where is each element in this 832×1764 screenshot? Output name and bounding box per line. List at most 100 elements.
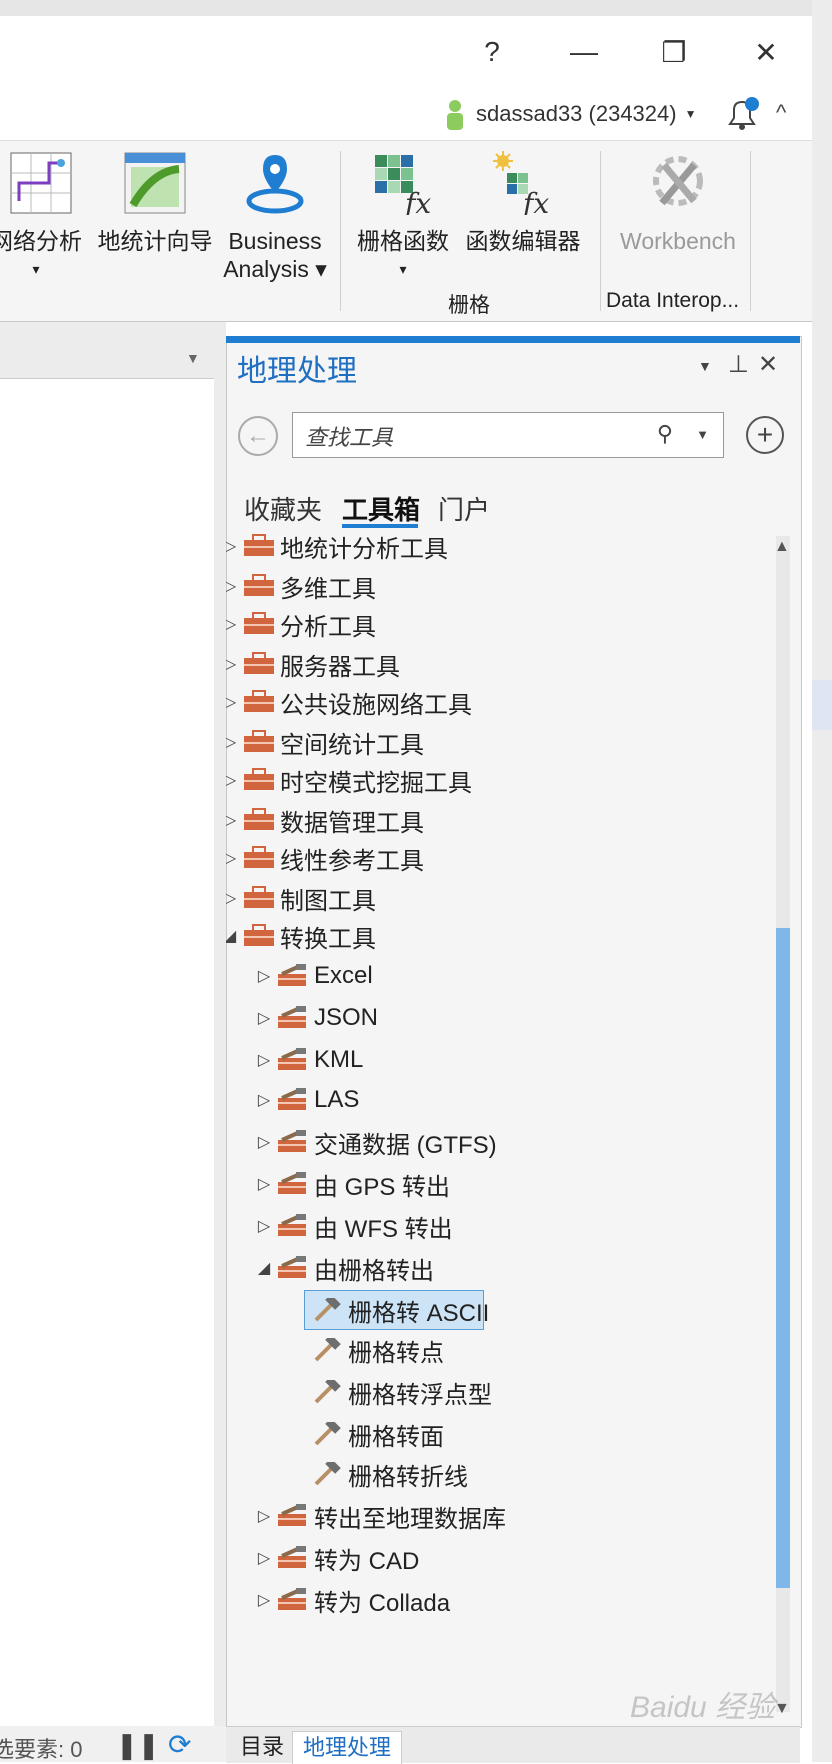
toolset-item[interactable]: ▷ Excel: [226, 956, 774, 996]
tab-toolboxes[interactable]: 工具箱: [342, 490, 420, 527]
active-tab-indicator: [342, 524, 418, 528]
map-view-area[interactable]: [0, 378, 214, 1729]
pane-accent-line: [226, 336, 800, 343]
pane-options-icon[interactable]: ▼: [698, 358, 712, 374]
expand-arrow-icon[interactable]: ▷: [256, 1050, 272, 1070]
expand-arrow-icon[interactable]: ▷: [226, 614, 238, 634]
raster-group-label: 栅格: [448, 294, 490, 317]
toolset-item[interactable]: ▷ KML: [226, 1040, 774, 1080]
toolbox-item[interactable]: ◢ 转换工具: [226, 916, 774, 956]
search-icon[interactable]: ⚲: [657, 421, 673, 447]
toolbox-icon: [244, 886, 274, 908]
tree-item-label: KML: [314, 1046, 364, 1073]
toolset-item[interactable]: ▷ LAS: [226, 1080, 774, 1120]
status-bar: 选要素: 0 ❚❚ ⟳: [0, 1726, 226, 1762]
toolbox-item[interactable]: ▷ 制图工具: [226, 878, 774, 918]
pause-icon[interactable]: ❚❚: [116, 1730, 160, 1761]
chevron-down-icon[interactable]: ▼: [696, 427, 709, 442]
scroll-down-arrow-icon[interactable]: ▼: [774, 1700, 790, 1718]
toolset-item[interactable]: ▷ 转出至地理数据库: [226, 1496, 774, 1536]
toolset-item[interactable]: ▷ 转为 CAD: [226, 1538, 774, 1578]
toolset-icon: [278, 1214, 306, 1236]
workbench-button[interactable]: Workbench: [610, 141, 746, 255]
function-editor-button[interactable]: fx 函数编辑器: [458, 141, 588, 255]
toolbox-tree: ▷ 地统计分析工具 ▷ 多维工具 ▷ 分析工具 ▷ 服务器工具 ▷ 公共设施网络工具 ▷ 空间统计工具…: [226, 532, 774, 1722]
toolbox-item[interactable]: ▷ 分析工具: [226, 604, 774, 644]
refresh-icon[interactable]: ⟳: [168, 1728, 191, 1761]
toolset-icon: [278, 1048, 306, 1070]
toolbox-item[interactable]: ▷ 空间统计工具: [226, 722, 774, 762]
add-icon[interactable]: +: [746, 416, 784, 454]
toolbox-item[interactable]: ▷ 地统计分析工具: [226, 532, 774, 566]
toolbox-item[interactable]: ▷ 时空模式挖掘工具: [226, 760, 774, 800]
toolbox-item[interactable]: ▷ 线性参考工具: [226, 838, 774, 878]
toolbox-item[interactable]: ▷ 服务器工具: [226, 644, 774, 684]
expand-arrow-icon[interactable]: ▷: [226, 654, 238, 674]
expand-arrow-icon[interactable]: ▷: [256, 1174, 272, 1194]
expand-arrow-icon[interactable]: ▷: [226, 848, 238, 868]
pane-close-icon[interactable]: ✕: [758, 350, 778, 379]
toolset-item[interactable]: ▷ 转为 Collada: [226, 1580, 774, 1620]
expand-arrow-icon[interactable]: ▷: [226, 810, 238, 830]
expand-arrow-icon[interactable]: ▷: [256, 1216, 272, 1236]
tree-item-label: 栅格转 ASCII: [348, 1299, 490, 1327]
expand-arrow-icon[interactable]: ▷: [256, 966, 272, 986]
pin-icon[interactable]: ⊥: [728, 350, 749, 379]
tab-catalog[interactable]: 目录: [230, 1731, 294, 1763]
toolbox-item[interactable]: ▷ 公共设施网络工具: [226, 682, 774, 722]
restore-button[interactable]: ❐: [646, 30, 702, 74]
tree-item-label: 栅格转浮点型: [348, 1381, 492, 1409]
tab-favorites[interactable]: 收藏夹: [244, 490, 322, 527]
geostatistical-wizard-button[interactable]: 地统计向导: [90, 141, 220, 255]
geostatistical-wizard-icon: [124, 152, 186, 214]
expand-arrow-icon[interactable]: ▷: [256, 1590, 272, 1610]
user-account[interactable]: sdassad33 (234324) ▼: [444, 96, 696, 132]
expand-arrow-icon[interactable]: ▷: [226, 692, 238, 712]
toolset-item[interactable]: ▷ JSON: [226, 998, 774, 1038]
tree-item-label: 分析工具: [280, 613, 376, 641]
minimize-button[interactable]: —: [556, 30, 612, 74]
toolset-item[interactable]: ◢ 由栅格转出: [226, 1248, 774, 1288]
toolbox-item[interactable]: ▷ 数据管理工具: [226, 800, 774, 840]
back-arrow-icon[interactable]: ←: [238, 416, 278, 456]
tool-item[interactable]: 栅格转 ASCII: [226, 1290, 774, 1330]
raster-functions-button[interactable]: fx 栅格函数 ▾: [350, 141, 456, 283]
business-analysis-button[interactable]: Business Analysis ▾: [222, 141, 328, 283]
search-input[interactable]: 查找工具 ⚲ ▼: [292, 412, 724, 458]
tab-portal[interactable]: 门户: [438, 490, 490, 527]
tool-item[interactable]: 栅格转面: [226, 1414, 774, 1454]
toolbox-item[interactable]: ▷ 多维工具: [226, 566, 774, 606]
tool-item[interactable]: 栅格转点: [226, 1330, 774, 1370]
expand-arrow-icon[interactable]: ▷: [256, 1506, 272, 1526]
help-button[interactable]: ?: [464, 30, 520, 74]
expand-arrow-icon[interactable]: ▷: [256, 1008, 272, 1028]
toolbox-icon: [244, 768, 274, 790]
network-analysis-button[interactable]: 网络分析 ▾: [0, 141, 82, 283]
network-analysis-label: 网络分析: [0, 228, 82, 254]
tab-geoprocessing[interactable]: 地理处理: [292, 1731, 403, 1764]
scrollbar-thumb[interactable]: [776, 928, 790, 1588]
collapse-arrow-icon[interactable]: ◢: [226, 926, 238, 946]
collapse-arrow-icon[interactable]: ◢: [256, 1258, 272, 1278]
expand-arrow-icon[interactable]: ▷: [226, 732, 238, 752]
scroll-up-arrow-icon[interactable]: ▲: [774, 538, 790, 556]
expand-arrow-icon[interactable]: ▷: [226, 576, 238, 596]
hammer-tool-icon: [314, 1338, 341, 1362]
expand-arrow-icon[interactable]: ▷: [256, 1548, 272, 1568]
tree-item-label: 转为 Collada: [314, 1589, 451, 1617]
expand-arrow-icon[interactable]: ▷: [226, 888, 238, 908]
expand-arrow-icon[interactable]: ▷: [226, 536, 238, 556]
notification-bell-icon[interactable]: [722, 96, 762, 132]
ribbon-separator: [750, 151, 751, 311]
toolset-item[interactable]: ▷ 由 WFS 转出: [226, 1206, 774, 1246]
expand-arrow-icon[interactable]: ▷: [256, 1132, 272, 1152]
toolset-item[interactable]: ▷ 由 GPS 转出: [226, 1164, 774, 1204]
collapse-ribbon-button[interactable]: ^: [776, 100, 786, 126]
expand-arrow-icon[interactable]: ▷: [256, 1090, 272, 1110]
chevron-down-icon[interactable]: ▼: [186, 350, 200, 366]
tool-item[interactable]: 栅格转折线: [226, 1454, 774, 1494]
tool-item[interactable]: 栅格转浮点型: [226, 1372, 774, 1412]
toolset-item[interactable]: ▷ 交通数据 (GTFS): [226, 1122, 774, 1162]
expand-arrow-icon[interactable]: ▷: [226, 770, 238, 790]
close-button[interactable]: ✕: [738, 30, 794, 74]
